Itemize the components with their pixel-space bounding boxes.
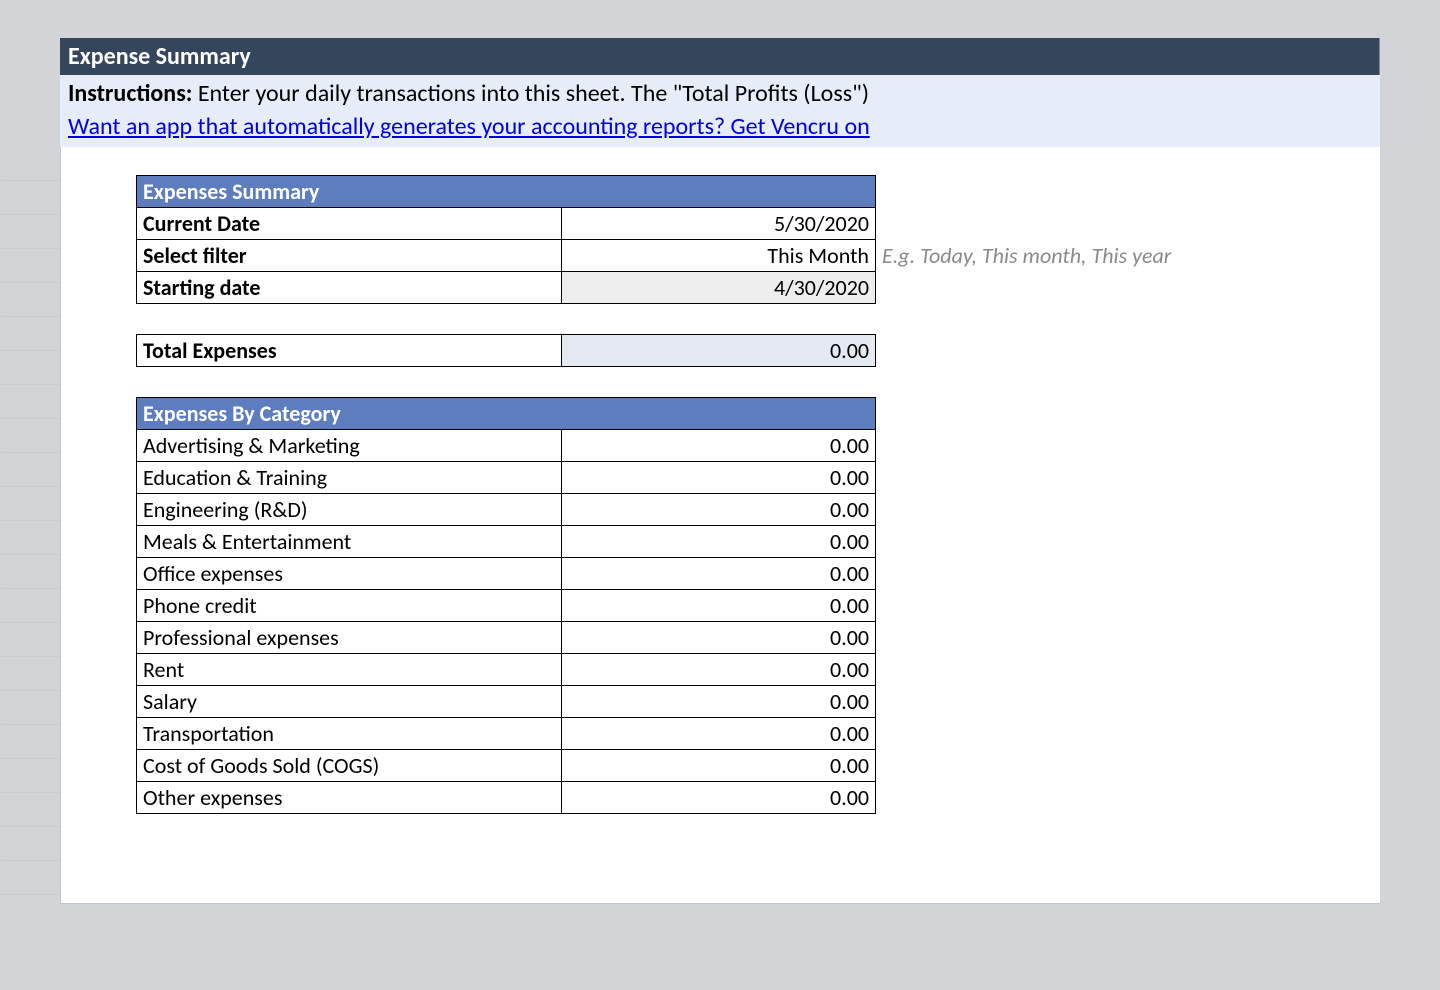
category-row: Meals & Entertainment0.00 xyxy=(137,526,876,558)
expenses-by-category-table: Expenses By Category Advertising & Marke… xyxy=(136,397,876,814)
summary-row-value[interactable]: 5/30/2020 xyxy=(562,208,876,240)
category-row: Salary0.00 xyxy=(137,686,876,718)
category-row-label: Engineering (R&D) xyxy=(137,494,562,526)
total-expenses-label: Total Expenses xyxy=(137,335,562,367)
category-row-label: Education & Training xyxy=(137,462,562,494)
summary-row-value[interactable]: This Month xyxy=(562,240,876,272)
instructions-text: Enter your daily transactions into this … xyxy=(192,79,869,108)
summary-row-label: Starting date xyxy=(137,272,562,304)
category-row: Advertising & Marketing0.00 xyxy=(137,430,876,462)
category-row-label: Professional expenses xyxy=(137,622,562,654)
expenses-summary-heading: Expenses Summary xyxy=(137,176,876,208)
category-row: Cost of Goods Sold (COGS)0.00 xyxy=(137,750,876,782)
expenses-summary-table: Expenses Summary Current Date5/30/2020Se… xyxy=(136,175,1178,304)
instructions-bar: Instructions: Enter your daily transacti… xyxy=(60,75,1380,112)
summary-row: Select filterThis MonthE.g. Today, This … xyxy=(137,240,1178,272)
category-row-value[interactable]: 0.00 xyxy=(562,558,876,590)
category-row-label: Cost of Goods Sold (COGS) xyxy=(137,750,562,782)
category-row-value[interactable]: 0.00 xyxy=(562,686,876,718)
category-row-value[interactable]: 0.00 xyxy=(562,750,876,782)
summary-row: Current Date5/30/2020 xyxy=(137,208,1178,240)
category-row-label: Office expenses xyxy=(137,558,562,590)
expenses-by-category-heading: Expenses By Category xyxy=(137,398,876,430)
category-row: Education & Training0.00 xyxy=(137,462,876,494)
category-row-value[interactable]: 0.00 xyxy=(562,654,876,686)
summary-row-label: Select filter xyxy=(137,240,562,272)
content-area: Expenses Summary Current Date5/30/2020Se… xyxy=(60,147,1380,904)
total-expenses-table: Total Expenses 0.00 xyxy=(136,334,876,367)
category-row-label: Advertising & Marketing xyxy=(137,430,562,462)
category-row: Office expenses0.00 xyxy=(137,558,876,590)
category-row-value[interactable]: 0.00 xyxy=(562,526,876,558)
category-row: Other expenses0.00 xyxy=(137,782,876,814)
category-row: Professional expenses0.00 xyxy=(137,622,876,654)
instructions-label: Instructions: xyxy=(68,79,192,108)
category-row-value[interactable]: 0.00 xyxy=(562,462,876,494)
category-row-label: Phone credit xyxy=(137,590,562,622)
category-row: Phone credit0.00 xyxy=(137,590,876,622)
summary-row: Starting date4/30/2020 xyxy=(137,272,1178,304)
summary-row-note: E.g. Today, This month, This year xyxy=(876,240,1178,272)
category-row-label: Salary xyxy=(137,686,562,718)
promo-link[interactable]: Want an app that automatically generates… xyxy=(68,112,870,141)
category-row-label: Other expenses xyxy=(137,782,562,814)
promo-link-bar: Want an app that automatically generates… xyxy=(60,112,1380,147)
category-row: Engineering (R&D)0.00 xyxy=(137,494,876,526)
category-row: Rent0.00 xyxy=(137,654,876,686)
row-gutter xyxy=(1,147,61,903)
page-title: Expense Summary xyxy=(60,38,1380,75)
worksheet: Expense Summary Instructions: Enter your… xyxy=(60,38,1380,904)
summary-row-value[interactable]: 4/30/2020 xyxy=(562,272,876,304)
category-row-label: Rent xyxy=(137,654,562,686)
category-row-label: Meals & Entertainment xyxy=(137,526,562,558)
category-row-value[interactable]: 0.00 xyxy=(562,622,876,654)
category-row-value[interactable]: 0.00 xyxy=(562,494,876,526)
category-row: Transportation0.00 xyxy=(137,718,876,750)
category-row-value[interactable]: 0.00 xyxy=(562,782,876,814)
category-row-value[interactable]: 0.00 xyxy=(562,590,876,622)
category-row-value[interactable]: 0.00 xyxy=(562,718,876,750)
total-expenses-value[interactable]: 0.00 xyxy=(562,335,876,367)
category-row-label: Transportation xyxy=(137,718,562,750)
category-row-value[interactable]: 0.00 xyxy=(562,430,876,462)
summary-row-label: Current Date xyxy=(137,208,562,240)
